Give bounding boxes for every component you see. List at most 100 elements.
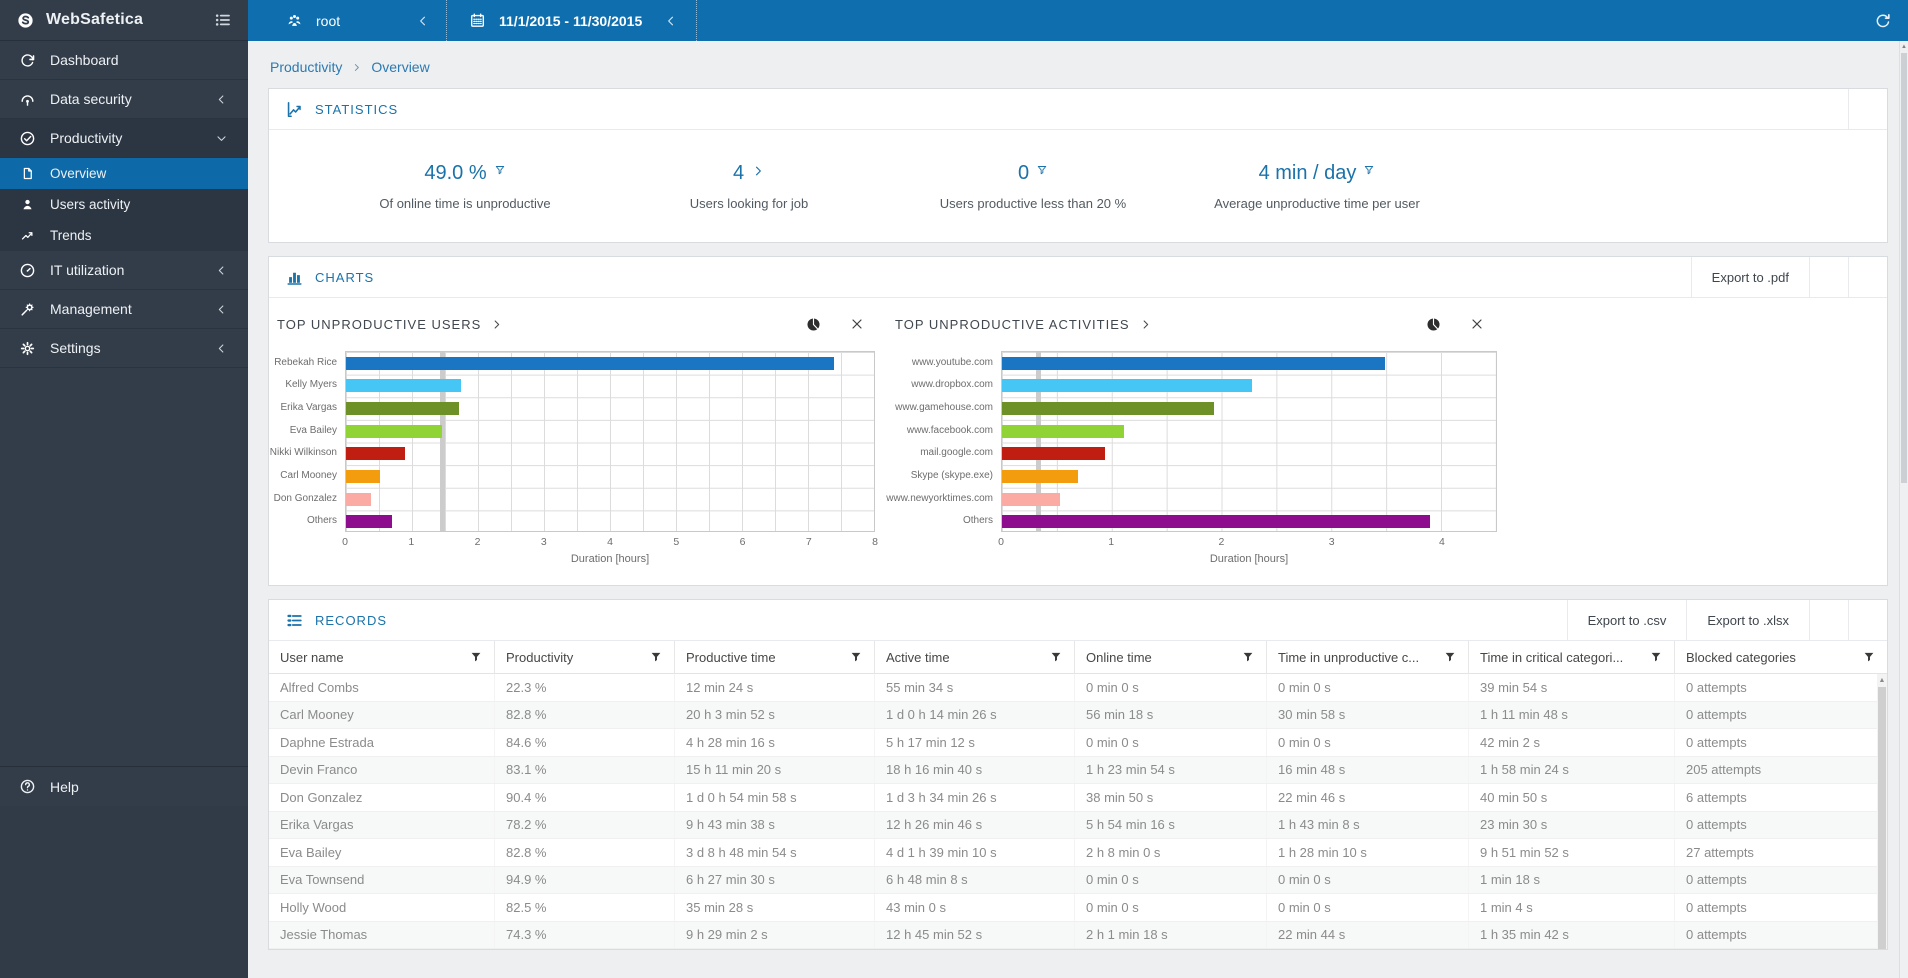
bar-kelly-myers[interactable]	[346, 379, 461, 392]
bar-nikki-wilkinson[interactable]	[346, 447, 405, 460]
menu-icon[interactable]	[214, 11, 232, 29]
columns-icon[interactable]	[1809, 600, 1848, 640]
sidebar-item-help[interactable]: Help	[0, 766, 248, 806]
chevron-left-icon[interactable]	[210, 342, 232, 355]
charts-collapse-button[interactable]	[1848, 257, 1887, 297]
table-row[interactable]: Erika Vargas78.2 %9 h 43 min 38 s12 h 26…	[269, 812, 1887, 840]
table-row[interactable]: Devin Franco83.1 %15 h 11 min 20 s18 h 1…	[269, 757, 1887, 785]
bar-www-gamehouse-com[interactable]	[1002, 402, 1214, 415]
bar-don-gonzalez[interactable]	[346, 493, 371, 506]
records-collapse-button[interactable]	[1848, 600, 1887, 640]
export-xlsx-button[interactable]: Export to .xlsx	[1686, 600, 1809, 640]
close-icon[interactable]	[849, 316, 865, 332]
bar-eva-bailey[interactable]	[346, 425, 442, 438]
chevron-left-icon[interactable]	[664, 14, 678, 28]
bar-rebekah-rice[interactable]	[346, 357, 834, 370]
funnel-filled-icon[interactable]	[1649, 650, 1663, 664]
sidebar-item-users-activity[interactable]: Users activity	[0, 189, 248, 220]
chevron-left-icon[interactable]	[210, 264, 232, 277]
funnel-filled-icon[interactable]	[1049, 650, 1063, 664]
table-cell: 83.1 %	[495, 757, 675, 784]
page-scroll-up-arrow-icon[interactable]: ▲	[1900, 41, 1908, 52]
bar-erika-vargas[interactable]	[346, 402, 459, 415]
table-row[interactable]: Carl Mooney82.8 %20 h 3 min 52 s1 d 0 h …	[269, 702, 1887, 730]
bar-others[interactable]	[346, 515, 392, 528]
table-cell: 4 h 28 min 16 s	[675, 729, 875, 756]
funnel-filled-icon[interactable]	[1241, 650, 1255, 664]
table-row[interactable]: Daphne Estrada84.6 %4 h 28 min 16 s5 h 1…	[269, 729, 1887, 757]
sidebar-item-management[interactable]: Management	[0, 290, 248, 329]
chevron-left-icon[interactable]	[210, 303, 232, 316]
column-header-time-in-unproductive-c-[interactable]: Time in unproductive c...	[1267, 641, 1469, 673]
table-row[interactable]: Eva Townsend94.9 %6 h 27 min 30 s6 h 48 …	[269, 867, 1887, 895]
chevron-left-icon[interactable]	[210, 93, 232, 106]
stat-value[interactable]: 4	[733, 162, 744, 185]
column-header-blocked-categories[interactable]: Blocked categories	[1675, 641, 1887, 673]
funnel-filled-icon[interactable]	[849, 650, 863, 664]
chevron-right-icon[interactable]	[490, 318, 503, 331]
pie-chart-icon[interactable]	[805, 316, 822, 333]
bar-www-facebook-com[interactable]	[1002, 425, 1124, 438]
bar-www-dropbox-com[interactable]	[1002, 379, 1252, 392]
chevron-left-icon[interactable]	[416, 14, 430, 28]
column-header-time-in-critical-categori-[interactable]: Time in critical categori...	[1469, 641, 1675, 673]
sidebar-item-data-security[interactable]: Data security	[0, 80, 248, 119]
statistics-collapse-button[interactable]	[1848, 89, 1887, 129]
category-label: Others	[277, 509, 345, 532]
pie-chart-icon[interactable]	[1425, 316, 1442, 333]
column-header-active-time[interactable]: Active time	[875, 641, 1075, 673]
funnel-icon[interactable]	[494, 164, 506, 176]
table-row[interactable]: Eva Bailey82.8 %3 d 8 h 48 min 54 s4 d 1…	[269, 839, 1887, 867]
export-pdf-button[interactable]: Export to .pdf	[1691, 257, 1809, 297]
funnel-icon[interactable]	[1036, 164, 1048, 176]
chevron-right-icon[interactable]	[1139, 318, 1152, 331]
bar-carl-mooney[interactable]	[346, 470, 380, 483]
bar-others[interactable]	[1002, 515, 1430, 528]
bar-www-youtube-com[interactable]	[1002, 357, 1385, 370]
sidebar-item-dashboard[interactable]: Dashboard	[0, 41, 248, 80]
funnel-filled-icon[interactable]	[1443, 650, 1457, 664]
chart-title[interactable]: TOP UNPRODUCTIVE ACTIVITIES	[895, 317, 1130, 332]
column-header-online-time[interactable]: Online time	[1075, 641, 1267, 673]
category-label: www.dropbox.com	[895, 374, 1001, 397]
sidebar-item-it-utilization[interactable]: IT utilization	[0, 251, 248, 290]
root-scope-tab[interactable]: root	[248, 0, 447, 41]
funnel-icon[interactable]	[1363, 164, 1375, 176]
column-header-productive-time[interactable]: Productive time	[675, 641, 875, 673]
page-scrollbar-thumb[interactable]	[1901, 53, 1907, 483]
column-header-productivity[interactable]: Productivity	[495, 641, 675, 673]
date-range-tab[interactable]: 11/1/2015 - 11/30/2015	[447, 0, 697, 41]
table-row[interactable]: Alfred Combs22.3 %12 min 24 s55 min 34 s…	[269, 674, 1887, 702]
export-csv-button[interactable]: Export to .csv	[1567, 600, 1687, 640]
refresh-icon[interactable]	[1874, 12, 1892, 30]
chevron-down-icon[interactable]	[210, 132, 232, 145]
breadcrumb-productivity[interactable]: Productivity	[270, 59, 342, 75]
sidebar-item-settings[interactable]: Settings	[0, 329, 248, 368]
bar-mail-google-com[interactable]	[1002, 447, 1105, 460]
funnel-filled-icon[interactable]	[649, 650, 663, 664]
funnel-filled-icon[interactable]	[1862, 650, 1876, 664]
bar-skype-skype-exe-[interactable]	[1002, 470, 1078, 483]
column-header-user-name[interactable]: User name	[269, 641, 495, 673]
stat-value[interactable]: 49.0 %	[424, 162, 486, 185]
sidebar-item-overview[interactable]: Overview	[0, 158, 248, 189]
table-row[interactable]: Jessie Thomas74.3 %9 h 29 min 2 s12 h 45…	[269, 922, 1887, 950]
records-scrollbar-thumb[interactable]	[1878, 687, 1886, 949]
bar-www-newyorktimes-com[interactable]	[1002, 493, 1060, 506]
sidebar-item-productivity[interactable]: Productivity	[0, 119, 248, 158]
scroll-up-arrow-icon[interactable]: ▲	[1877, 674, 1887, 686]
page-scrollbar[interactable]: ▲	[1899, 41, 1908, 978]
sidebar-item-trends[interactable]: Trends	[0, 220, 248, 251]
close-icon[interactable]	[1469, 316, 1485, 332]
table-row[interactable]: Don Gonzalez90.4 %1 d 0 h 54 min 58 s1 d…	[269, 784, 1887, 812]
chart-plot-area	[1001, 351, 1497, 532]
layout-grid-icon[interactable]	[1809, 257, 1848, 297]
stat-value[interactable]: 0	[1018, 162, 1029, 185]
table-row[interactable]: Holly Wood82.5 %35 min 28 s43 min 0 s0 m…	[269, 894, 1887, 922]
funnel-filled-icon[interactable]	[469, 650, 483, 664]
chevron-right-icon[interactable]	[751, 164, 765, 178]
breadcrumb-overview[interactable]: Overview	[371, 59, 429, 75]
stat-value[interactable]: 4 min / day	[1259, 162, 1357, 185]
records-scrollbar[interactable]: ▲	[1877, 674, 1887, 949]
chart-title[interactable]: TOP UNPRODUCTIVE USERS	[277, 317, 481, 332]
